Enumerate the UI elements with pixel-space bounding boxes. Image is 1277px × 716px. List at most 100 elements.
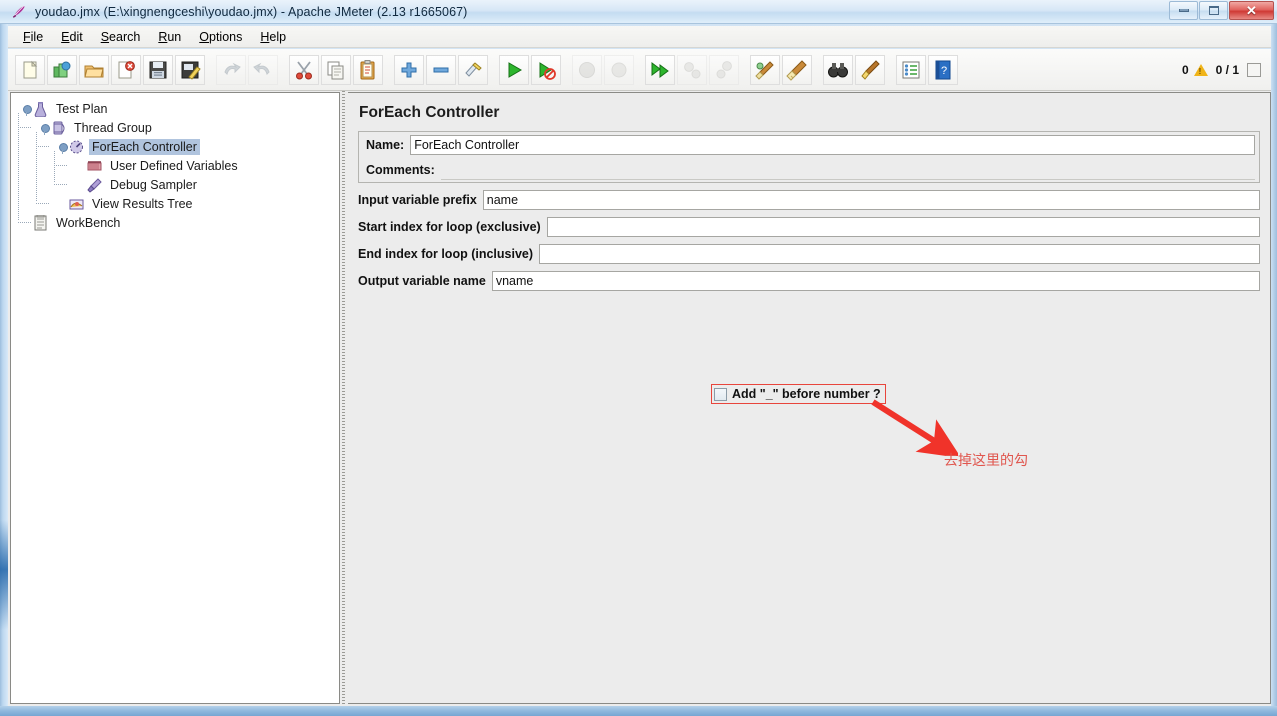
test-plan-tree: Test Plan Thread Group ForEach Controller U…: [11, 93, 339, 232]
redo-button: [248, 54, 278, 85]
tree-connector-line: [18, 113, 19, 221]
clear-button[interactable]: [750, 54, 780, 85]
menu-item-search[interactable]: Search: [92, 28, 150, 46]
thread-group-icon: [50, 120, 67, 136]
underscore-checkbox[interactable]: [714, 387, 727, 401]
toolbar-separator: [886, 55, 895, 85]
clear-all-button[interactable]: [782, 54, 812, 85]
listener-icon: [68, 196, 85, 212]
templates-button[interactable]: [47, 54, 77, 85]
menu-bar: File Edit Search Run Options Help: [8, 26, 1271, 48]
open-folder-icon: [83, 59, 105, 81]
tree-connector-line: [36, 146, 49, 147]
new-button[interactable]: [15, 54, 45, 85]
tree-connector-line: [54, 151, 55, 183]
warning-indicator[interactable]: 0: [1182, 63, 1208, 77]
copy-pages-icon: [325, 59, 347, 81]
save-as-button[interactable]: [175, 54, 205, 85]
workbench-icon: [32, 214, 49, 231]
tree-node-debug-sampler[interactable]: Debug Sampler: [19, 175, 339, 194]
start-no-pauses-button[interactable]: [531, 54, 561, 85]
input-prefix-label: Input variable prefix: [358, 192, 477, 207]
split-pane-divider[interactable]: [340, 91, 348, 705]
toolbar-separator: [813, 55, 822, 85]
save-floppy-icon: [147, 59, 169, 81]
copy-button[interactable]: [321, 54, 351, 85]
remote-shutdown-icon: [713, 59, 735, 81]
toolbar-separator: [279, 55, 288, 85]
toggle-button[interactable]: [458, 54, 488, 85]
test-plan-tree-panel[interactable]: Test Plan Thread Group ForEach Controller U…: [10, 92, 340, 704]
config-icon: [86, 158, 103, 174]
tree-expand-handle-icon[interactable]: [57, 141, 68, 154]
input-prefix-row: Input variable prefix name: [348, 186, 1270, 213]
toolbar-separator: [206, 55, 215, 85]
search-button[interactable]: [823, 54, 853, 85]
menu-item-edit[interactable]: Edit: [52, 28, 92, 46]
comments-row: Comments:: [359, 157, 1259, 182]
red-arrow-icon: [871, 399, 958, 456]
annotation-text: 去掉这里的勾: [944, 453, 1028, 469]
tree-connector-line: [18, 222, 31, 223]
scissors-icon: [293, 59, 315, 81]
maximize-icon: [1208, 6, 1219, 15]
plus-icon: [398, 59, 420, 81]
remote-start-icon: [649, 59, 671, 81]
broom-all-icon: [786, 59, 808, 81]
play-no-pause-icon: [535, 59, 557, 81]
content-area: Test Plan Thread Group ForEach Controller U…: [8, 91, 1271, 706]
tree-node-user-defined-variables[interactable]: User Defined Variables: [19, 156, 339, 175]
menu-item-options[interactable]: Options: [190, 28, 251, 46]
menu-item-help[interactable]: Help: [251, 28, 295, 46]
reset-search-button[interactable]: [855, 54, 885, 85]
menu-item-file[interactable]: File: [14, 28, 52, 46]
underscore-checkbox-row[interactable]: Add "_" before number ?: [711, 384, 886, 404]
stop-gray-icon: [576, 59, 598, 81]
tree-node-test-plan[interactable]: Test Plan: [19, 99, 339, 118]
window-border-right: [1271, 24, 1277, 716]
tree-node-workbench[interactable]: WorkBench: [19, 213, 339, 232]
start-remote-button[interactable]: [645, 54, 675, 85]
tree-node-view-results-tree[interactable]: View Results Tree: [19, 194, 339, 213]
collapse-all-button[interactable]: [426, 54, 456, 85]
window-controls: ✕: [1169, 1, 1274, 20]
minimize-icon: [1178, 9, 1189, 12]
comments-input[interactable]: [440, 159, 1255, 180]
menu-item-run[interactable]: Run: [149, 28, 190, 46]
jmeter-window: youdao.jmx (E:\xingnengceshi\youdao.jmx)…: [0, 0, 1277, 716]
end-index-input[interactable]: [539, 243, 1260, 264]
cut-button[interactable]: [289, 54, 319, 85]
output-variable-row: Output variable name vname: [348, 267, 1270, 294]
tree-node-label: ForEach Controller: [89, 138, 200, 155]
start-button[interactable]: [499, 54, 529, 85]
help-button[interactable]: ?: [928, 54, 958, 85]
stop-remote-button: [677, 54, 707, 85]
minimize-button[interactable]: [1169, 1, 1198, 20]
shutdown-button: [604, 54, 634, 85]
input-prefix-input[interactable]: name: [482, 189, 1260, 210]
start-index-input[interactable]: [546, 216, 1260, 237]
tree-node-thread-group[interactable]: Thread Group: [19, 118, 339, 137]
controller-icon: [68, 139, 85, 155]
close-button[interactable]: [111, 54, 141, 85]
tree-expand-handle-icon[interactable]: [21, 103, 32, 116]
expand-all-button[interactable]: [394, 54, 424, 85]
toggle-pencil-icon: [462, 59, 484, 81]
clipboard-icon: [357, 59, 379, 81]
undo-button: [216, 54, 246, 85]
paste-button[interactable]: [353, 54, 383, 85]
output-variable-input[interactable]: vname: [491, 270, 1260, 291]
tree-connector-line: [54, 184, 67, 185]
underscore-checkbox-label: Add "_" before number ?: [732, 387, 881, 401]
maximize-button[interactable]: [1199, 1, 1228, 20]
tree-expand-handle-icon[interactable]: [39, 122, 50, 135]
open-button[interactable]: [79, 54, 109, 85]
save-button[interactable]: [143, 54, 173, 85]
tree-connector-line: [36, 132, 37, 202]
close-button[interactable]: ✕: [1229, 1, 1274, 20]
output-variable-label: Output variable name: [358, 273, 486, 288]
function-helper-button[interactable]: [896, 54, 926, 85]
tree-node-foreach-controller[interactable]: ForEach Controller: [19, 137, 339, 156]
thread-counter: 0 / 1: [1215, 62, 1239, 77]
name-input[interactable]: ForEach Controller: [410, 134, 1255, 155]
